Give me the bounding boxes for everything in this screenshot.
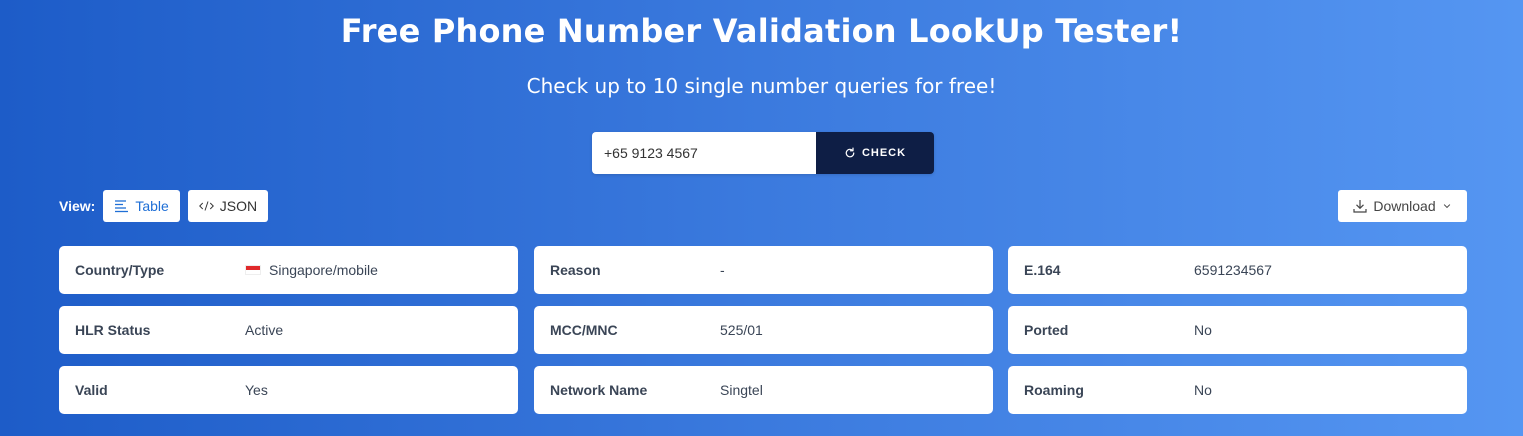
result-card-e164: E.164 6591234567 xyxy=(1008,246,1467,294)
result-value: No xyxy=(1194,322,1212,338)
phone-number-input[interactable] xyxy=(592,132,816,174)
page-subtitle: Check up to 10 single number queries for… xyxy=(526,74,997,98)
page-title: Free Phone Number Validation LookUp Test… xyxy=(340,12,1183,50)
refresh-icon xyxy=(845,147,855,158)
download-icon xyxy=(1353,200,1367,213)
check-button[interactable]: CHECK xyxy=(816,132,934,174)
result-key: Reason xyxy=(550,262,601,278)
result-value: 525/01 xyxy=(720,322,763,338)
view-toggle-bar: View: Table JSON xyxy=(59,190,269,222)
result-value: Yes xyxy=(245,382,268,398)
chevron-down-icon xyxy=(1443,204,1450,209)
result-key: E.164 xyxy=(1024,262,1061,278)
download-label: Download xyxy=(1373,198,1436,214)
result-key: Network Name xyxy=(550,382,648,398)
result-key: MCC/MNC xyxy=(550,322,618,338)
result-key: HLR Status xyxy=(75,322,151,338)
result-key: Valid xyxy=(75,382,108,398)
result-value: - xyxy=(720,262,725,278)
result-card-valid: Valid Yes xyxy=(59,366,518,414)
result-card-reason: Reason - xyxy=(534,246,993,294)
result-value: Singtel xyxy=(720,382,763,398)
download-button[interactable]: Download xyxy=(1338,190,1467,222)
result-card-hlr-status: HLR Status Active xyxy=(59,306,518,354)
result-card-network-name: Network Name Singtel xyxy=(534,366,993,414)
result-card-ported: Ported No xyxy=(1008,306,1467,354)
result-value: 6591234567 xyxy=(1194,262,1272,278)
phone-search-form: CHECK xyxy=(592,132,934,174)
result-card-mcc-mnc: MCC/MNC 525/01 xyxy=(534,306,993,354)
result-key: Roaming xyxy=(1024,382,1084,398)
result-card-country-type: Country/Type Singapore/mobile xyxy=(59,246,518,294)
singapore-flag-icon xyxy=(245,265,261,275)
check-button-label: CHECK xyxy=(861,147,907,159)
result-value: Active xyxy=(245,322,284,338)
code-icon xyxy=(198,201,214,211)
result-key: Country/Type xyxy=(75,262,165,278)
table-view-button[interactable]: Table xyxy=(103,190,180,222)
view-label: View: xyxy=(59,198,96,214)
result-value-wrap: Singapore/mobile xyxy=(245,262,378,278)
list-icon xyxy=(115,200,129,213)
result-value: Singapore/mobile xyxy=(269,262,378,278)
json-view-button[interactable]: JSON xyxy=(187,190,269,222)
result-key: Ported xyxy=(1024,322,1069,338)
result-card-roaming: Roaming No xyxy=(1008,366,1467,414)
table-view-label: Table xyxy=(135,198,169,214)
result-value: No xyxy=(1194,382,1212,398)
json-view-label: JSON xyxy=(219,198,258,214)
